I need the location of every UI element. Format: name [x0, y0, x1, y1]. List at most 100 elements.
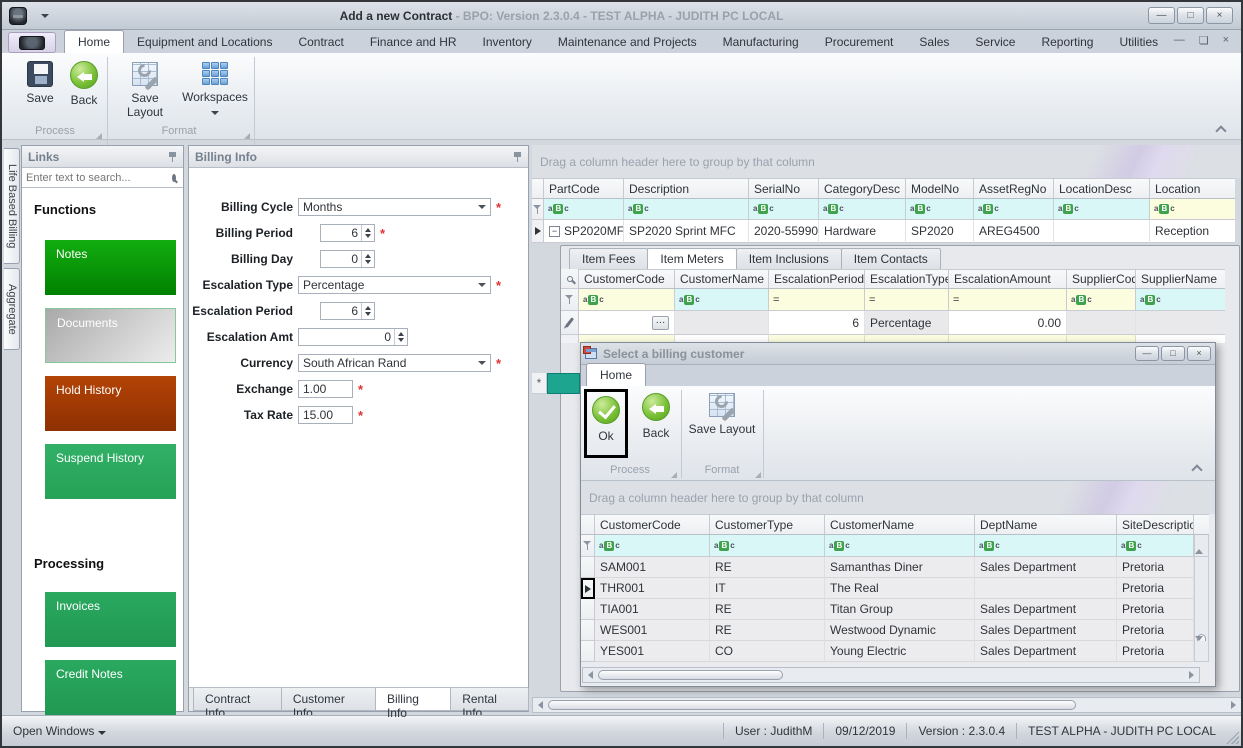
customer-code-cell[interactable]: … — [579, 311, 675, 335]
tab-home[interactable]: Home — [64, 30, 124, 53]
application-menu-button[interactable] — [8, 32, 56, 53]
billing-day-stepper[interactable]: 0 — [320, 250, 375, 268]
filter-cell[interactable]: aBc — [1054, 199, 1150, 220]
open-windows-button[interactable]: Open Windows — [2, 724, 117, 738]
tab-inventory[interactable]: Inventory — [470, 31, 545, 53]
filter-cell[interactable]: aBc — [1067, 289, 1136, 311]
filter-cell[interactable]: aBc — [1136, 289, 1225, 311]
scroll-left-icon[interactable] — [588, 671, 593, 679]
column-header-customername[interactable]: CustomerName — [675, 269, 769, 289]
mdi-restore-icon[interactable]: ❏ — [1199, 34, 1209, 47]
tab-maintenance-and-projects[interactable]: Maintenance and Projects — [545, 31, 710, 53]
column-header-partcode[interactable]: PartCode — [544, 178, 624, 199]
dialog-maximize-button[interactable]: □ — [1161, 346, 1185, 361]
filter-cell[interactable]: aBc — [825, 535, 975, 557]
filter-cell[interactable]: aBc — [544, 199, 624, 220]
scroll-right-icon[interactable] — [1189, 671, 1194, 679]
format-group-launcher-icon[interactable] — [244, 133, 250, 139]
column-header-deptname[interactable]: DeptName — [975, 514, 1117, 535]
suspend-history-button[interactable]: Suspend History — [45, 444, 176, 499]
column-header-customercode[interactable]: CustomerCode — [595, 514, 710, 535]
dialog-group-by-panel[interactable]: Drag a column header here to group by th… — [581, 481, 1215, 514]
escalation-amt-stepper[interactable]: 0 — [298, 328, 408, 346]
filter-cell[interactable]: = — [769, 289, 865, 311]
process-group-launcher-icon[interactable] — [96, 133, 102, 139]
column-header-location[interactable]: Location — [1150, 178, 1235, 199]
horizontal-scrollbar[interactable] — [532, 697, 1242, 713]
scroll-up-icon[interactable] — [1195, 535, 1203, 554]
billing-cycle-select[interactable]: Months — [298, 198, 491, 216]
pin-icon[interactable] — [513, 151, 522, 162]
table-row[interactable]: YES001 CO Young Electric Sales Departmen… — [581, 641, 1215, 662]
filter-cell[interactable]: aBc — [975, 535, 1117, 557]
dialog-minimize-button[interactable]: — — [1135, 346, 1159, 361]
tab-item-meters[interactable]: Item Meters — [647, 248, 736, 269]
save-layout-button[interactable]: Save Layout — [112, 59, 178, 119]
scroll-down-icon[interactable] — [1195, 636, 1203, 655]
column-header-customertype[interactable]: CustomerType — [710, 514, 825, 535]
filter-cell[interactable]: aBc — [749, 199, 819, 220]
format-group-launcher-icon[interactable] — [755, 472, 761, 478]
table-row-selected[interactable]: THR001 IT The Real Pretoria — [581, 578, 1215, 599]
column-header-customercode[interactable]: CustomerCode — [579, 269, 675, 289]
tab-service[interactable]: Service — [962, 31, 1028, 53]
column-header-suppliername[interactable]: SupplierName — [1136, 269, 1225, 289]
mdi-close-icon[interactable]: × — [1223, 34, 1229, 47]
back-button[interactable]: Back — [54, 59, 114, 107]
filter-cell[interactable]: aBc — [819, 199, 906, 220]
search-input[interactable] — [22, 172, 172, 184]
main-grid-new-row[interactable]: * — [532, 373, 580, 394]
currency-select[interactable]: South African Rand — [298, 354, 491, 372]
sidetab-life-based-billing[interactable]: Life Based Billing — [4, 148, 20, 264]
billing-period-stepper[interactable]: 6 — [320, 224, 375, 242]
filter-cell[interactable]: aBc — [906, 199, 974, 220]
notes-button[interactable]: Notes — [45, 240, 176, 295]
dialog-close-button[interactable]: × — [1187, 346, 1211, 361]
tab-item-fees[interactable]: Item Fees — [569, 248, 648, 269]
filter-cell[interactable]: aBc — [595, 535, 710, 557]
column-header-modelno[interactable]: ModelNo — [906, 178, 974, 199]
column-header-categorydesc[interactable]: CategoryDesc — [819, 178, 906, 199]
escalation-period-stepper[interactable]: 6 — [320, 302, 375, 320]
table-row[interactable]: TIA001 RE Titan Group Sales Department P… — [581, 599, 1215, 620]
dialog-back-button[interactable]: Back — [634, 389, 678, 440]
escalation-period-cell[interactable]: 6 — [769, 311, 865, 335]
group-by-panel[interactable]: Drag a column header here to group by th… — [532, 145, 1242, 178]
column-header-suppliercode[interactable]: SupplierCode — [1067, 269, 1136, 289]
workspaces-button[interactable]: Workspaces — [182, 59, 248, 118]
invoices-button[interactable]: Invoices — [45, 592, 176, 647]
dialog-horizontal-scrollbar[interactable] — [582, 667, 1200, 683]
tab-billing-info[interactable]: Billing Info — [375, 688, 451, 711]
table-row[interactable]: WES001 RE Westwood Dynamic Sales Departm… — [581, 620, 1215, 641]
column-header-serialno[interactable]: SerialNo — [749, 178, 819, 199]
search-icon[interactable] — [172, 174, 176, 182]
tax-rate-field[interactable]: 15.00 — [298, 406, 353, 424]
collapse-row-icon[interactable]: − — [549, 226, 560, 237]
collapse-ribbon-icon[interactable] — [1215, 125, 1226, 136]
column-header-sitedescription[interactable]: SiteDescription — [1117, 514, 1194, 535]
resize-grip[interactable] — [1226, 731, 1239, 744]
filter-cell[interactable]: aBc — [675, 289, 769, 311]
table-row[interactable]: SAM001 RE Samanthas Diner Sales Departme… — [581, 557, 1215, 578]
column-header-locationdesc[interactable]: LocationDesc — [1054, 178, 1150, 199]
column-header-customername[interactable]: CustomerName — [825, 514, 975, 535]
tab-reporting[interactable]: Reporting — [1028, 31, 1106, 53]
scroll-right-icon[interactable] — [1231, 701, 1236, 709]
table-row[interactable]: −SP2020MFC SP2020 Sprint MFC 2020-559900… — [532, 220, 1242, 243]
collapse-ribbon-icon[interactable] — [1191, 464, 1202, 475]
lookup-ellipsis-button[interactable]: … — [652, 316, 669, 330]
scrollbar-thumb[interactable] — [548, 700, 1076, 710]
mdi-minimize-icon[interactable]: — — [1174, 34, 1185, 47]
close-button[interactable]: × — [1206, 7, 1233, 24]
column-header-escalationperiod[interactable]: EscalationPeriod — [769, 269, 865, 289]
tab-contract[interactable]: Contract — [285, 31, 356, 53]
hold-history-button[interactable]: Hold History — [45, 376, 176, 431]
column-header-escalationamount[interactable]: EscalationAmount — [949, 269, 1067, 289]
tab-equipment-and-locations[interactable]: Equipment and Locations — [124, 31, 285, 53]
dialog-tab-home[interactable]: Home — [586, 363, 646, 386]
filter-cell[interactable]: aBc — [710, 535, 825, 557]
filter-cell[interactable]: = — [949, 289, 1067, 311]
pin-icon[interactable] — [168, 151, 177, 162]
escalation-type-cell[interactable]: Percentage — [865, 311, 949, 335]
scroll-left-icon[interactable] — [538, 701, 543, 709]
